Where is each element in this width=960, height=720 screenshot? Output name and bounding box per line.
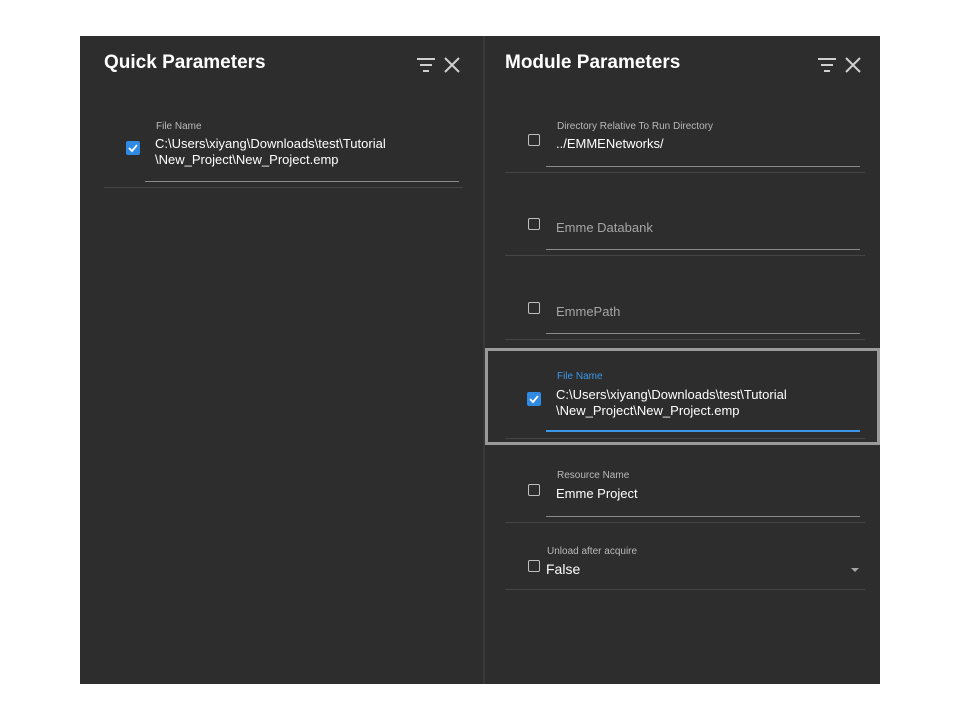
directory-checkbox[interactable] xyxy=(528,134,540,146)
file-name-value-line2[interactable]: \New_Project\New_Project.emp xyxy=(556,403,740,419)
directory-underline xyxy=(546,166,860,167)
unload-select-value[interactable]: False xyxy=(546,561,580,577)
file-name-underline xyxy=(546,430,860,432)
emmepath-underline xyxy=(546,333,860,334)
quick-parameters-title: Quick Parameters xyxy=(104,52,266,73)
directory-label: Directory Relative To Run Directory xyxy=(557,121,713,132)
filter-icon[interactable] xyxy=(416,55,436,75)
row-separator xyxy=(505,589,865,590)
dropdown-arrow-icon[interactable] xyxy=(850,567,860,573)
row-separator xyxy=(505,172,865,173)
file-name-underline xyxy=(145,181,459,182)
file-name-checkbox[interactable] xyxy=(126,141,140,155)
close-icon[interactable] xyxy=(442,55,462,75)
file-name-value-line1[interactable]: C:\Users\xiyang\Downloads\test\Tutorial xyxy=(155,136,386,152)
row-separator xyxy=(505,438,865,439)
row-separator xyxy=(505,339,865,340)
module-parameters-title: Module Parameters xyxy=(505,52,681,73)
checkmark-icon xyxy=(128,144,138,153)
emme-databank-checkbox[interactable] xyxy=(528,218,540,230)
resource-name-checkbox[interactable] xyxy=(528,484,540,496)
file-name-label: File Name xyxy=(156,121,202,132)
row-separator xyxy=(505,522,865,523)
file-name-label: File Name xyxy=(557,371,603,382)
resource-name-value[interactable]: Emme Project xyxy=(556,486,638,502)
directory-value[interactable]: ../EMMENetworks/ xyxy=(556,136,664,152)
emmepath-checkbox[interactable] xyxy=(528,302,540,314)
row-separator xyxy=(104,187,463,188)
file-name-value-line1[interactable]: C:\Users\xiyang\Downloads\test\Tutorial xyxy=(556,387,787,403)
close-icon[interactable] xyxy=(843,55,863,75)
emme-databank-underline xyxy=(546,249,860,250)
emme-databank-input[interactable]: Emme Databank xyxy=(556,220,653,235)
unload-label: Unload after acquire xyxy=(547,546,638,557)
checkmark-icon xyxy=(529,395,539,404)
emmepath-input[interactable]: EmmePath xyxy=(556,304,620,319)
file-name-value-line2[interactable]: \New_Project\New_Project.emp xyxy=(155,152,339,168)
resource-name-underline xyxy=(546,516,860,517)
file-name-checkbox[interactable] xyxy=(527,392,541,406)
unload-checkbox[interactable] xyxy=(528,560,540,572)
filter-icon[interactable] xyxy=(817,55,837,75)
row-separator xyxy=(505,255,865,256)
quick-parameters-panel xyxy=(80,36,483,684)
resource-name-label: Resource Name xyxy=(557,470,630,481)
